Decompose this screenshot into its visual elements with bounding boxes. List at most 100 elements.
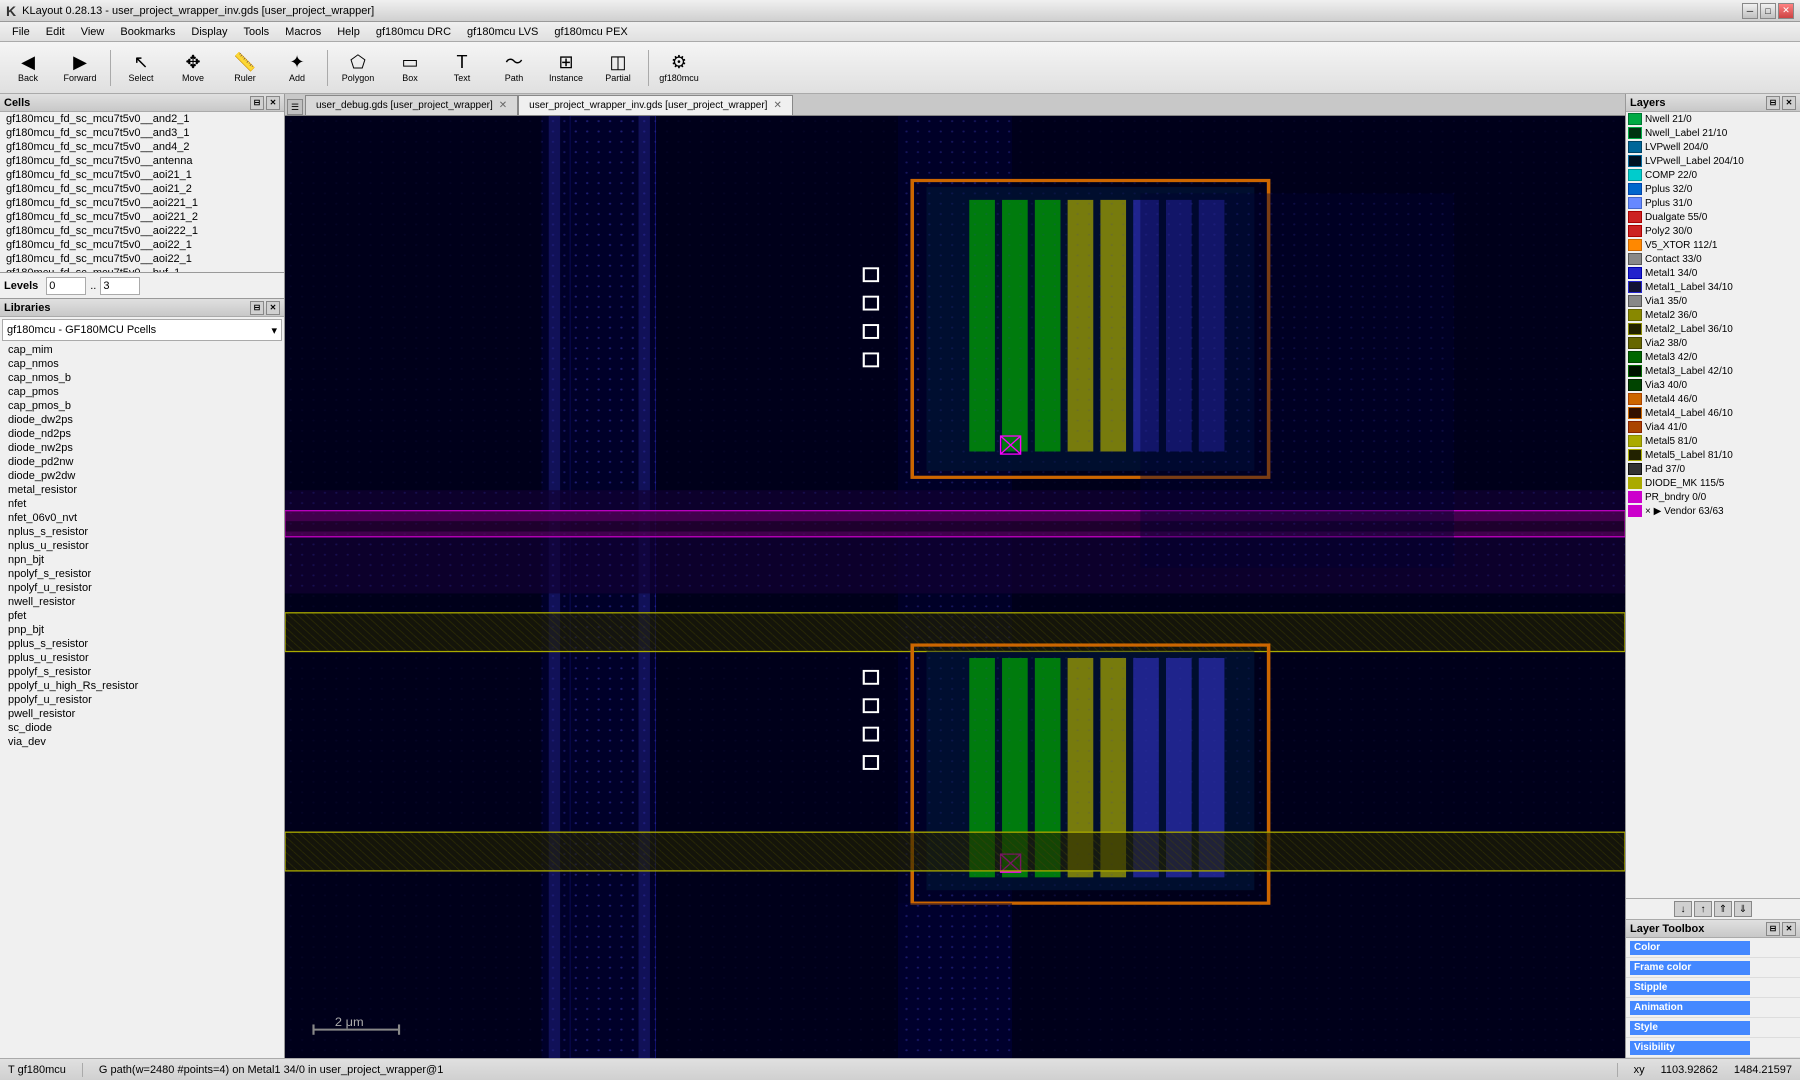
cell-item[interactable]: gf180mcu_fd_sc_mcu7t5v0__aoi22_1: [0, 252, 284, 266]
cell-item[interactable]: gf180mcu_fd_sc_mcu7t5v0__aoi222_1: [0, 224, 284, 238]
layer-item-12[interactable]: Metal1_Label 34/10: [1626, 280, 1800, 294]
lib-item[interactable]: diode_nw2ps: [0, 441, 284, 455]
lib-item[interactable]: npn_bjt: [0, 553, 284, 567]
cell-item[interactable]: gf180mcu_fd_sc_mcu7t5v0__aoi221_1: [0, 196, 284, 210]
lib-icon-2[interactable]: ✕: [266, 301, 280, 315]
tab-close-tab1[interactable]: ✕: [499, 100, 507, 111]
cell-item[interactable]: gf180mcu_fd_sc_mcu7t5v0__antenna: [0, 154, 284, 168]
lib-item[interactable]: cap_nmos: [0, 357, 284, 371]
minimize-button[interactable]: ─: [1742, 3, 1758, 19]
layer-item-9[interactable]: V5_XTOR 112/1: [1626, 238, 1800, 252]
cells-icon-2[interactable]: ✕: [266, 96, 280, 110]
menu-item-help[interactable]: Help: [329, 24, 368, 40]
lib-item[interactable]: pfet: [0, 609, 284, 623]
lib-item[interactable]: cap_pmos: [0, 385, 284, 399]
lib-item[interactable]: ppolyf_u_resistor: [0, 693, 284, 707]
toolbox-item-5[interactable]: Visibility: [1626, 1038, 1800, 1058]
layer-item-23[interactable]: Metal5 81/0: [1626, 434, 1800, 448]
menu-item-gf180mcu-drc[interactable]: gf180mcu DRC: [368, 24, 459, 40]
layer-item-19[interactable]: Via3 40/0: [1626, 378, 1800, 392]
tab-menu-button[interactable]: ☰: [287, 99, 303, 115]
layers-icon-2[interactable]: ✕: [1782, 96, 1796, 110]
layer-item-7[interactable]: Dualgate 55/0: [1626, 210, 1800, 224]
lib-item[interactable]: pnp_bjt: [0, 623, 284, 637]
layer-item-24[interactable]: Metal5_Label 81/10: [1626, 448, 1800, 462]
layer-item-27[interactable]: PR_bndry 0/0: [1626, 490, 1800, 504]
menu-item-display[interactable]: Display: [183, 24, 235, 40]
lib-item[interactable]: pplus_u_resistor: [0, 651, 284, 665]
lib-item[interactable]: pwell_resistor: [0, 707, 284, 721]
layer-item-17[interactable]: Metal3 42/0: [1626, 350, 1800, 364]
lib-item[interactable]: ppolyf_s_resistor: [0, 665, 284, 679]
lib-item[interactable]: diode_pd2nw: [0, 455, 284, 469]
layer-nav-top[interactable]: ⇑: [1714, 901, 1732, 917]
toolbox-icon-1[interactable]: ⊟: [1766, 922, 1780, 936]
menu-item-view[interactable]: View: [73, 24, 113, 40]
tool-btn-instance[interactable]: ⊞Instance: [542, 45, 590, 91]
lib-item[interactable]: nplus_s_resistor: [0, 525, 284, 539]
layer-nav-down[interactable]: ↓: [1674, 901, 1692, 917]
tool-btn-gf180mcu[interactable]: ⚙gf180mcu: [655, 45, 703, 91]
layer-item-26[interactable]: DIODE_MK 115/5: [1626, 476, 1800, 490]
toolbox-item-4[interactable]: Style: [1626, 1018, 1800, 1038]
cell-item[interactable]: gf180mcu_fd_sc_mcu7t5v0__aoi21_1: [0, 168, 284, 182]
layer-item-14[interactable]: Metal2 36/0: [1626, 308, 1800, 322]
lib-item[interactable]: nplus_u_resistor: [0, 539, 284, 553]
cell-item[interactable]: gf180mcu_fd_sc_mcu7t5v0__and3_1: [0, 126, 284, 140]
menu-item-gf180mcu-pex[interactable]: gf180mcu PEX: [546, 24, 635, 40]
lib-item[interactable]: sc_diode: [0, 721, 284, 735]
layer-item-5[interactable]: Pplus 32/0: [1626, 182, 1800, 196]
tool-btn-back[interactable]: ◀Back: [4, 45, 52, 91]
tool-btn-ruler[interactable]: 📏Ruler: [221, 45, 269, 91]
cell-item[interactable]: gf180mcu_fd_sc_mcu7t5v0__aoi221_2: [0, 210, 284, 224]
lib-item[interactable]: npolyf_u_resistor: [0, 581, 284, 595]
menu-item-macros[interactable]: Macros: [277, 24, 329, 40]
cell-item[interactable]: gf180mcu_fd_sc_mcu7t5v0__and4_2: [0, 140, 284, 154]
cell-item[interactable]: gf180mcu_fd_sc_mcu7t5v0__aoi21_2: [0, 182, 284, 196]
lib-item[interactable]: npolyf_s_resistor: [0, 567, 284, 581]
tool-btn-select[interactable]: ↖Select: [117, 45, 165, 91]
tool-btn-partial[interactable]: ◫Partial: [594, 45, 642, 91]
lib-item[interactable]: pplus_s_resistor: [0, 637, 284, 651]
lib-item[interactable]: via_dev: [0, 735, 284, 749]
layer-nav-bottom[interactable]: ⇓: [1734, 901, 1752, 917]
layer-item-22[interactable]: Via4 41/0: [1626, 420, 1800, 434]
lib-item[interactable]: ppolyf_u_high_Rs_resistor: [0, 679, 284, 693]
lib-item[interactable]: nwell_resistor: [0, 595, 284, 609]
layer-item-4[interactable]: COMP 22/0: [1626, 168, 1800, 182]
layers-icon-1[interactable]: ⊟: [1766, 96, 1780, 110]
toolbox-item-1[interactable]: Frame color: [1626, 958, 1800, 978]
tab-tab1[interactable]: user_debug.gds [user_project_wrapper]✕: [305, 95, 518, 115]
lib-icon-1[interactable]: ⊟: [250, 301, 264, 315]
tool-btn-forward[interactable]: ▶Forward: [56, 45, 104, 91]
lib-item[interactable]: diode_pw2dw: [0, 469, 284, 483]
layer-item-18[interactable]: Metal3_Label 42/10: [1626, 364, 1800, 378]
lib-item[interactable]: cap_mim: [0, 343, 284, 357]
toolbox-item-3[interactable]: Animation: [1626, 998, 1800, 1018]
layer-item-10[interactable]: Contact 33/0: [1626, 252, 1800, 266]
lib-item[interactable]: cap_pmos_b: [0, 399, 284, 413]
cells-icon-1[interactable]: ⊟: [250, 96, 264, 110]
layer-item-20[interactable]: Metal4 46/0: [1626, 392, 1800, 406]
tool-btn-move[interactable]: ✥Move: [169, 45, 217, 91]
menu-item-file[interactable]: File: [4, 24, 38, 40]
layer-item-0[interactable]: Nwell 21/0: [1626, 112, 1800, 126]
tool-btn-path[interactable]: 〜Path: [490, 45, 538, 91]
tool-btn-box[interactable]: ▭Box: [386, 45, 434, 91]
tool-btn-text[interactable]: TText: [438, 45, 486, 91]
close-button[interactable]: ✕: [1778, 3, 1794, 19]
lib-item[interactable]: diode_nd2ps: [0, 427, 284, 441]
levels-to-input[interactable]: [100, 277, 140, 295]
levels-from-input[interactable]: [46, 277, 86, 295]
lib-item[interactable]: diode_dw2ps: [0, 413, 284, 427]
cell-item[interactable]: gf180mcu_fd_sc_mcu7t5v0__and2_1: [0, 112, 284, 126]
menu-item-gf180mcu-lvs[interactable]: gf180mcu LVS: [459, 24, 546, 40]
toolbox-item-0[interactable]: Color: [1626, 938, 1800, 958]
maximize-button[interactable]: □: [1760, 3, 1776, 19]
layer-item-3[interactable]: LVPwell_Label 204/10: [1626, 154, 1800, 168]
layer-item-2[interactable]: LVPwell 204/0: [1626, 140, 1800, 154]
tool-btn-add[interactable]: ✦Add: [273, 45, 321, 91]
layer-item-15[interactable]: Metal2_Label 36/10: [1626, 322, 1800, 336]
cell-item[interactable]: gf180mcu_fd_sc_mcu7t5v0__aoi22_1: [0, 238, 284, 252]
menu-item-edit[interactable]: Edit: [38, 24, 73, 40]
